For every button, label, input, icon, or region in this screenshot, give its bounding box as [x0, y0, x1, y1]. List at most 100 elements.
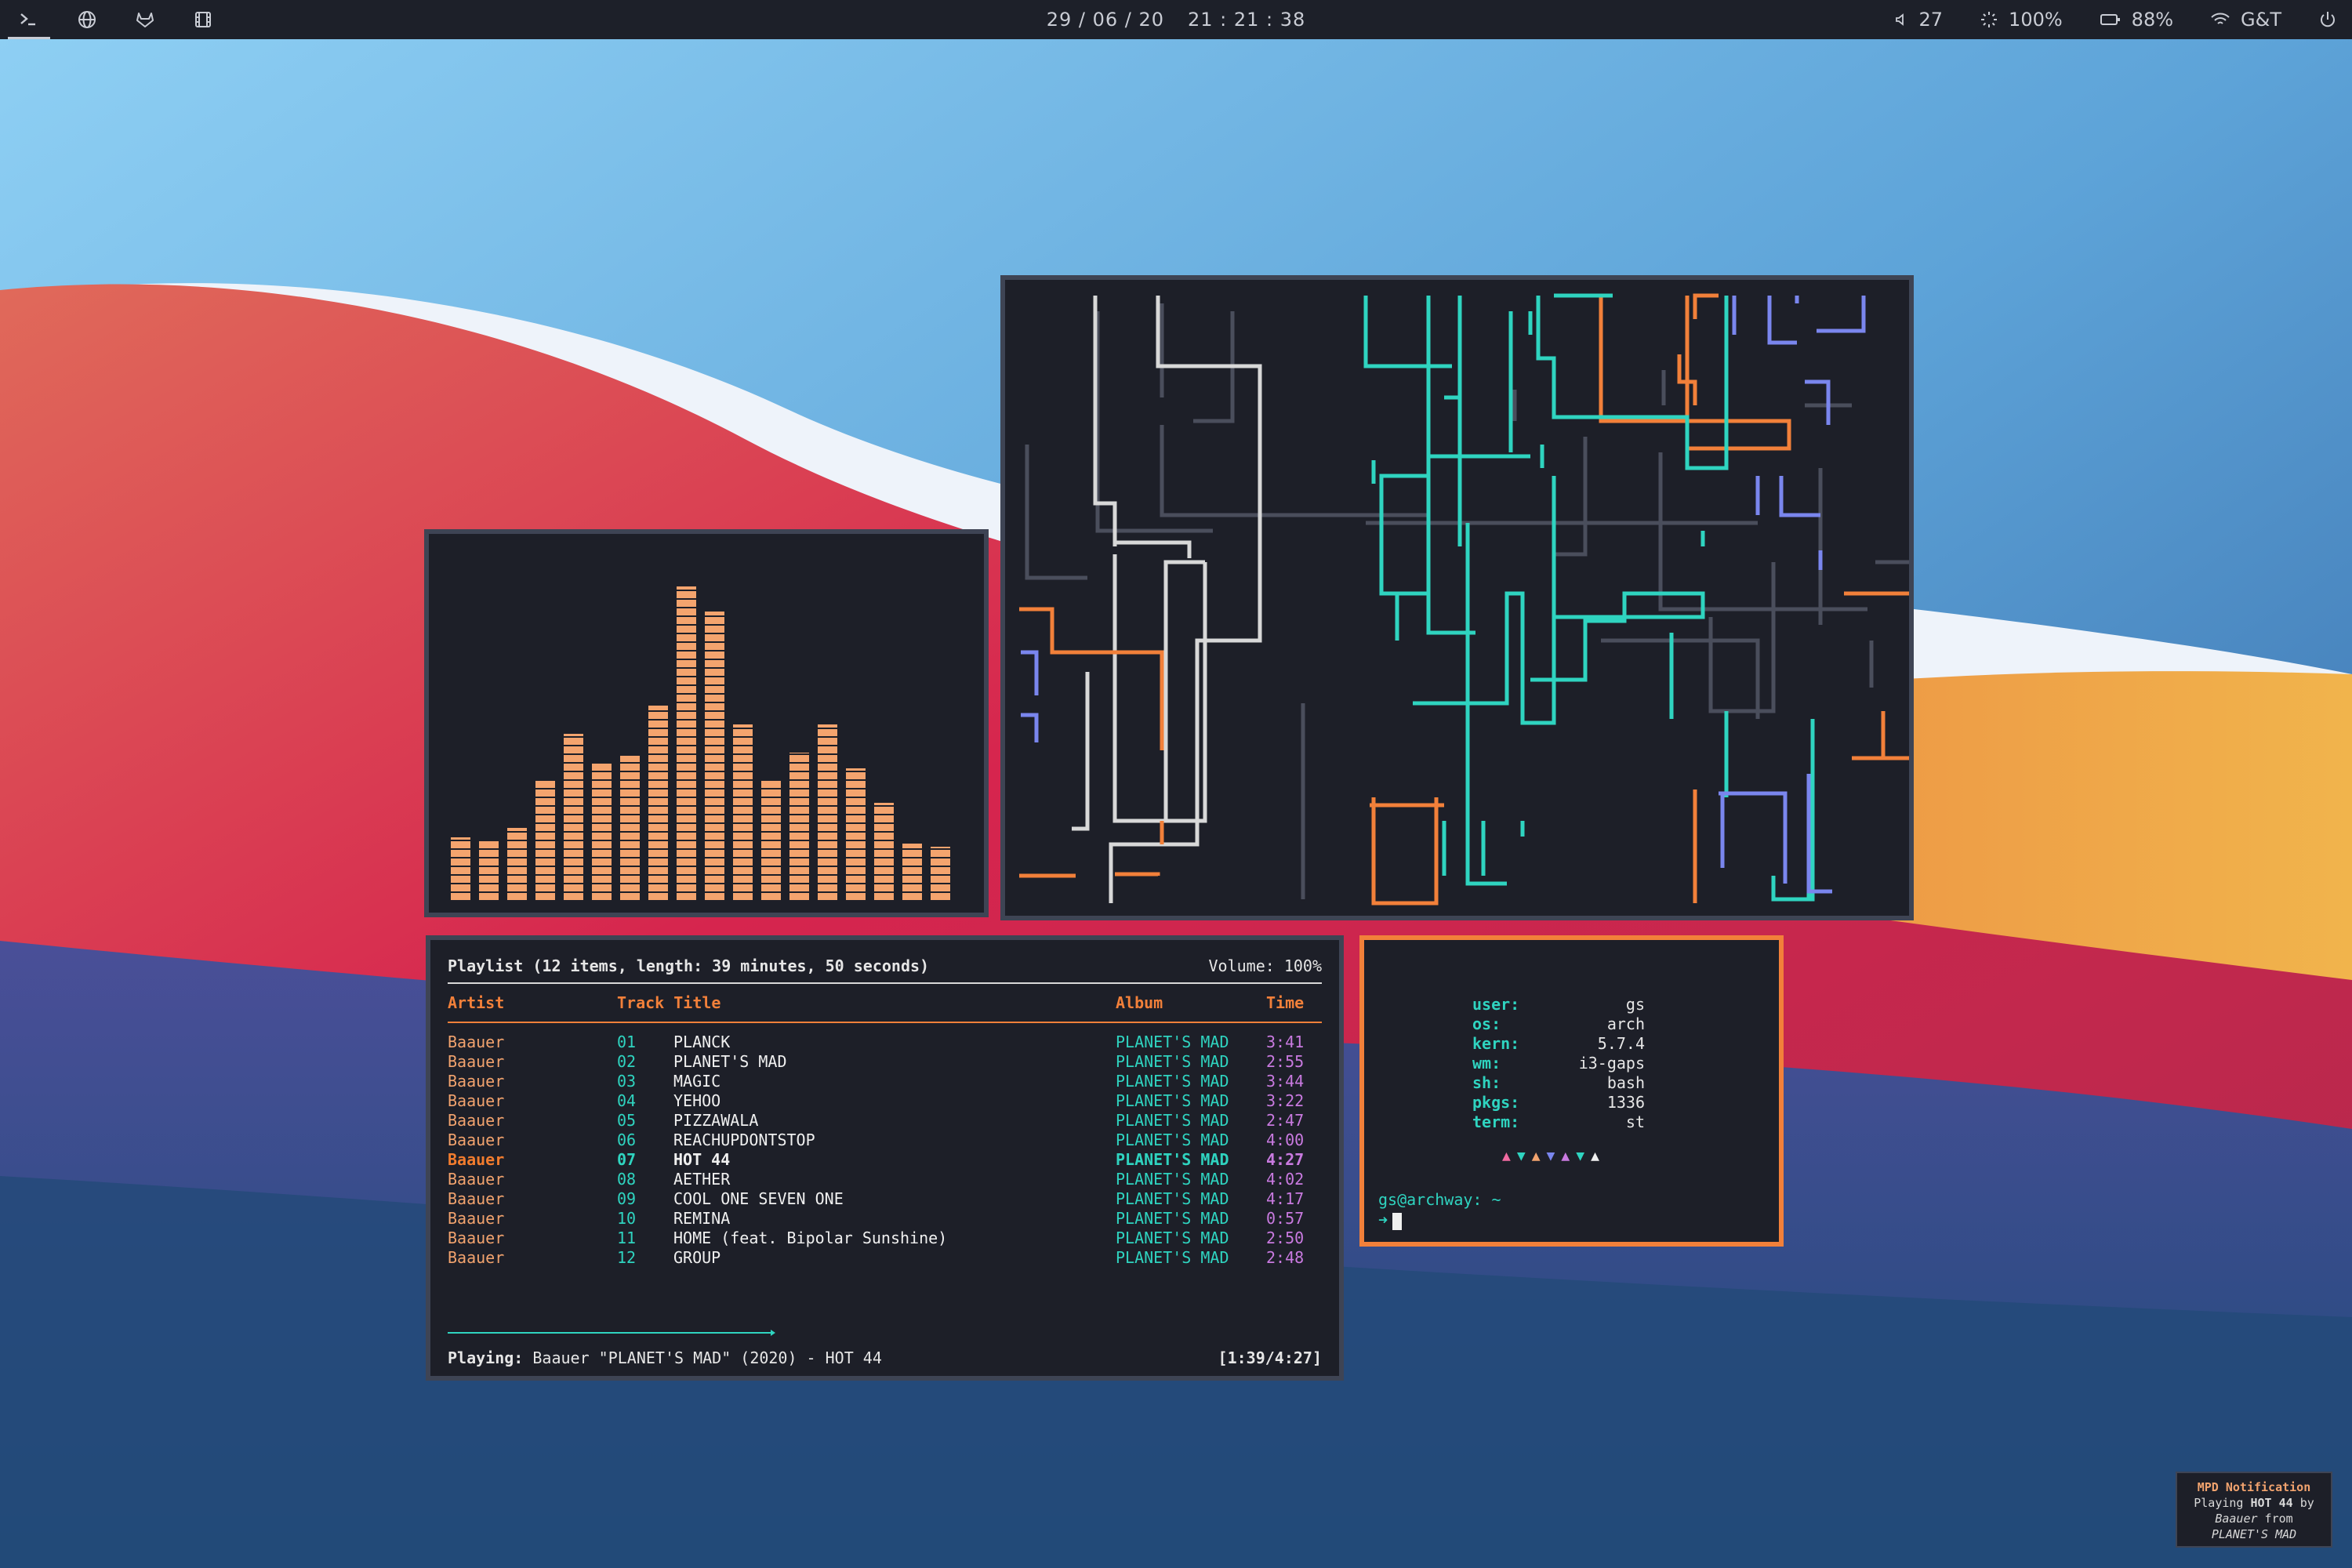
track-title: REMINA	[673, 1209, 731, 1228]
color-triangle: ▲	[1502, 1148, 1511, 1164]
brightness-indicator[interactable]: 100%	[1980, 9, 2063, 31]
track-row[interactable]: Baauer 10 REMINA PLANET'S MAD 0:57	[448, 1209, 1322, 1229]
fetch-value: 1336	[1606, 1093, 1645, 1112]
track-row[interactable]: Baauer 08 AETHER PLANET'S MAD 4:02	[448, 1170, 1322, 1189]
track-number: 12	[617, 1248, 637, 1267]
track-album: PLANET'S MAD	[1116, 1248, 1229, 1267]
track-album: PLANET'S MAD	[1116, 1150, 1229, 1169]
visualizer-bar	[648, 706, 668, 900]
track-title: HOT 44	[673, 1150, 731, 1169]
pipes-animation	[1019, 293, 1987, 925]
visualizer-bar	[451, 837, 470, 900]
track-number: 11	[617, 1229, 637, 1247]
track-number: 06	[617, 1131, 637, 1149]
track-album: PLANET'S MAD	[1116, 1170, 1229, 1189]
playback-progress-bar[interactable]	[448, 1332, 774, 1334]
track-row[interactable]: Baauer 04 YEHOO PLANET'S MAD 3:22	[448, 1091, 1322, 1111]
color-triangle: ▼	[1576, 1148, 1585, 1164]
visualizer-bar	[535, 781, 555, 900]
volume-indicator[interactable]: 27	[1894, 9, 1944, 31]
pipes-terminal-window[interactable]	[1000, 275, 1987, 925]
track-number: 03	[617, 1072, 637, 1091]
prompt-text: gs@archway: ~	[1378, 1190, 1501, 1209]
track-time: 3:22	[1266, 1091, 1305, 1110]
fetch-value: gs	[1625, 995, 1645, 1014]
fetch-row: sh: bash	[1472, 1073, 1645, 1093]
track-title: AETHER	[673, 1170, 731, 1189]
track-row-playing[interactable]: Baauer 07 HOT 44 PLANET'S MAD 4:27	[448, 1150, 1322, 1170]
column-album[interactable]: Album	[1116, 984, 1266, 1022]
audio-visualizer-window[interactable]	[424, 529, 989, 917]
visualizer-bar	[846, 768, 866, 900]
column-track-title[interactable]: Track Title	[617, 984, 1116, 1022]
battery-indicator[interactable]: 88%	[2100, 9, 2173, 31]
visualizer-bars	[451, 571, 960, 900]
visualizer-bar	[705, 612, 724, 900]
fetch-key: sh:	[1472, 1073, 1501, 1092]
terminal-prompt-icon	[20, 13, 35, 26]
visualizer-bar	[818, 724, 837, 900]
workspace-gitlab[interactable]	[116, 0, 174, 39]
ncmpcpp-playlist-window[interactable]: Playlist (12 items, length: 39 minutes, …	[426, 935, 1344, 1381]
text-cursor	[1392, 1212, 1403, 1230]
visualizer-bar	[564, 734, 583, 900]
visualizer-bar	[931, 847, 950, 900]
workspace-media[interactable]	[174, 0, 232, 39]
color-triangle: ▲	[1561, 1148, 1570, 1164]
track-number: 08	[617, 1170, 637, 1189]
terminal-window[interactable]: user: gs os: arch kern: 5.7.4 wm: i3-gaps sh: bas…	[1359, 935, 1784, 1247]
battery-value: 88%	[2131, 9, 2174, 31]
prompt-arrow: ➜	[1378, 1210, 1388, 1229]
track-title: PIZZAWALA	[673, 1111, 759, 1130]
track-title: REACHUPDONTSTOP	[673, 1131, 815, 1149]
track-row[interactable]: Baauer 02 PLANET'S MAD PLANET'S MAD 2:55	[448, 1052, 1322, 1072]
wifi-icon	[2211, 13, 2230, 24]
track-title: PLANCK	[673, 1033, 731, 1051]
track-title: COOL ONE SEVEN ONE	[673, 1189, 844, 1208]
track-row[interactable]: Baauer 12 GROUP PLANET'S MAD 2:48	[448, 1248, 1322, 1268]
track-artist: Baauer	[448, 1248, 505, 1267]
track-row[interactable]: Baauer 03 MAGIC PLANET'S MAD 3:44	[448, 1072, 1322, 1091]
visualizer-bar	[789, 753, 809, 900]
track-album: PLANET'S MAD	[1116, 1033, 1229, 1051]
fetch-key: pkgs:	[1472, 1093, 1520, 1112]
color-triangle: ▲	[1531, 1148, 1541, 1164]
wifi-indicator[interactable]: G&T	[2211, 9, 2281, 31]
track-number: 07	[617, 1150, 637, 1169]
mpd-notification[interactable]: MPD Notification Playing HOT 44 by Baaue…	[2176, 1472, 2332, 1548]
track-row[interactable]: Baauer 05 PIZZAWALA PLANET'S MAD 2:47	[448, 1111, 1322, 1131]
color-triangle: ▲	[1591, 1148, 1599, 1164]
workspace-terminal[interactable]	[0, 0, 58, 39]
brightness-icon	[1981, 12, 1998, 27]
track-row[interactable]: Baauer 01 PLANCK PLANET'S MAD 3:41	[448, 1033, 1322, 1052]
track-album: PLANET'S MAD	[1116, 1189, 1229, 1208]
shell-prompt[interactable]: gs@archway: ~ ➜	[1378, 1189, 1501, 1230]
track-album: PLANET'S MAD	[1116, 1111, 1229, 1130]
track-time: 4:27	[1266, 1150, 1305, 1169]
playlist-summary: Playlist (12 items, length: 39 minutes, …	[448, 956, 930, 975]
visualizer-bar	[592, 762, 612, 900]
volume-value: 27	[1918, 9, 1944, 31]
color-triangle: ▼	[1516, 1148, 1526, 1164]
column-time[interactable]: Time	[1266, 984, 1304, 1022]
top-status-bar: 29 / 06 / 20 21 : 21 : 38 27 100% 88% G&…	[0, 0, 2352, 39]
power-button[interactable]	[2319, 11, 2336, 28]
notification-line-2: Baauer from	[2215, 1512, 2293, 1526]
track-row[interactable]: Baauer 06 REACHUPDONTSTOP PLANET'S MAD 4:00	[448, 1131, 1322, 1150]
columns-divider	[448, 1022, 1322, 1023]
track-time: 2:48	[1266, 1248, 1305, 1267]
fetch-key: kern:	[1472, 1034, 1520, 1053]
fetch-row: user: gs	[1472, 995, 1645, 1014]
track-row[interactable]: Baauer 09 COOL ONE SEVEN ONE PLANET'S MAD 4:…	[448, 1189, 1322, 1209]
track-time: 4:02	[1266, 1170, 1305, 1189]
track-album: PLANET'S MAD	[1116, 1091, 1229, 1110]
track-row[interactable]: Baauer 11 HOME (feat. Bipolar Sunshine) PLA…	[448, 1229, 1322, 1248]
playback-position: [1:39/4:27]	[1218, 1348, 1322, 1367]
column-artist[interactable]: Artist	[448, 984, 617, 1022]
track-artist: Baauer	[448, 1150, 505, 1169]
workspace-browser[interactable]	[58, 0, 116, 39]
track-album: PLANET'S MAD	[1116, 1052, 1229, 1071]
fetch-key: user:	[1472, 995, 1520, 1014]
power-icon	[2321, 12, 2335, 27]
track-number: 04	[617, 1091, 637, 1110]
